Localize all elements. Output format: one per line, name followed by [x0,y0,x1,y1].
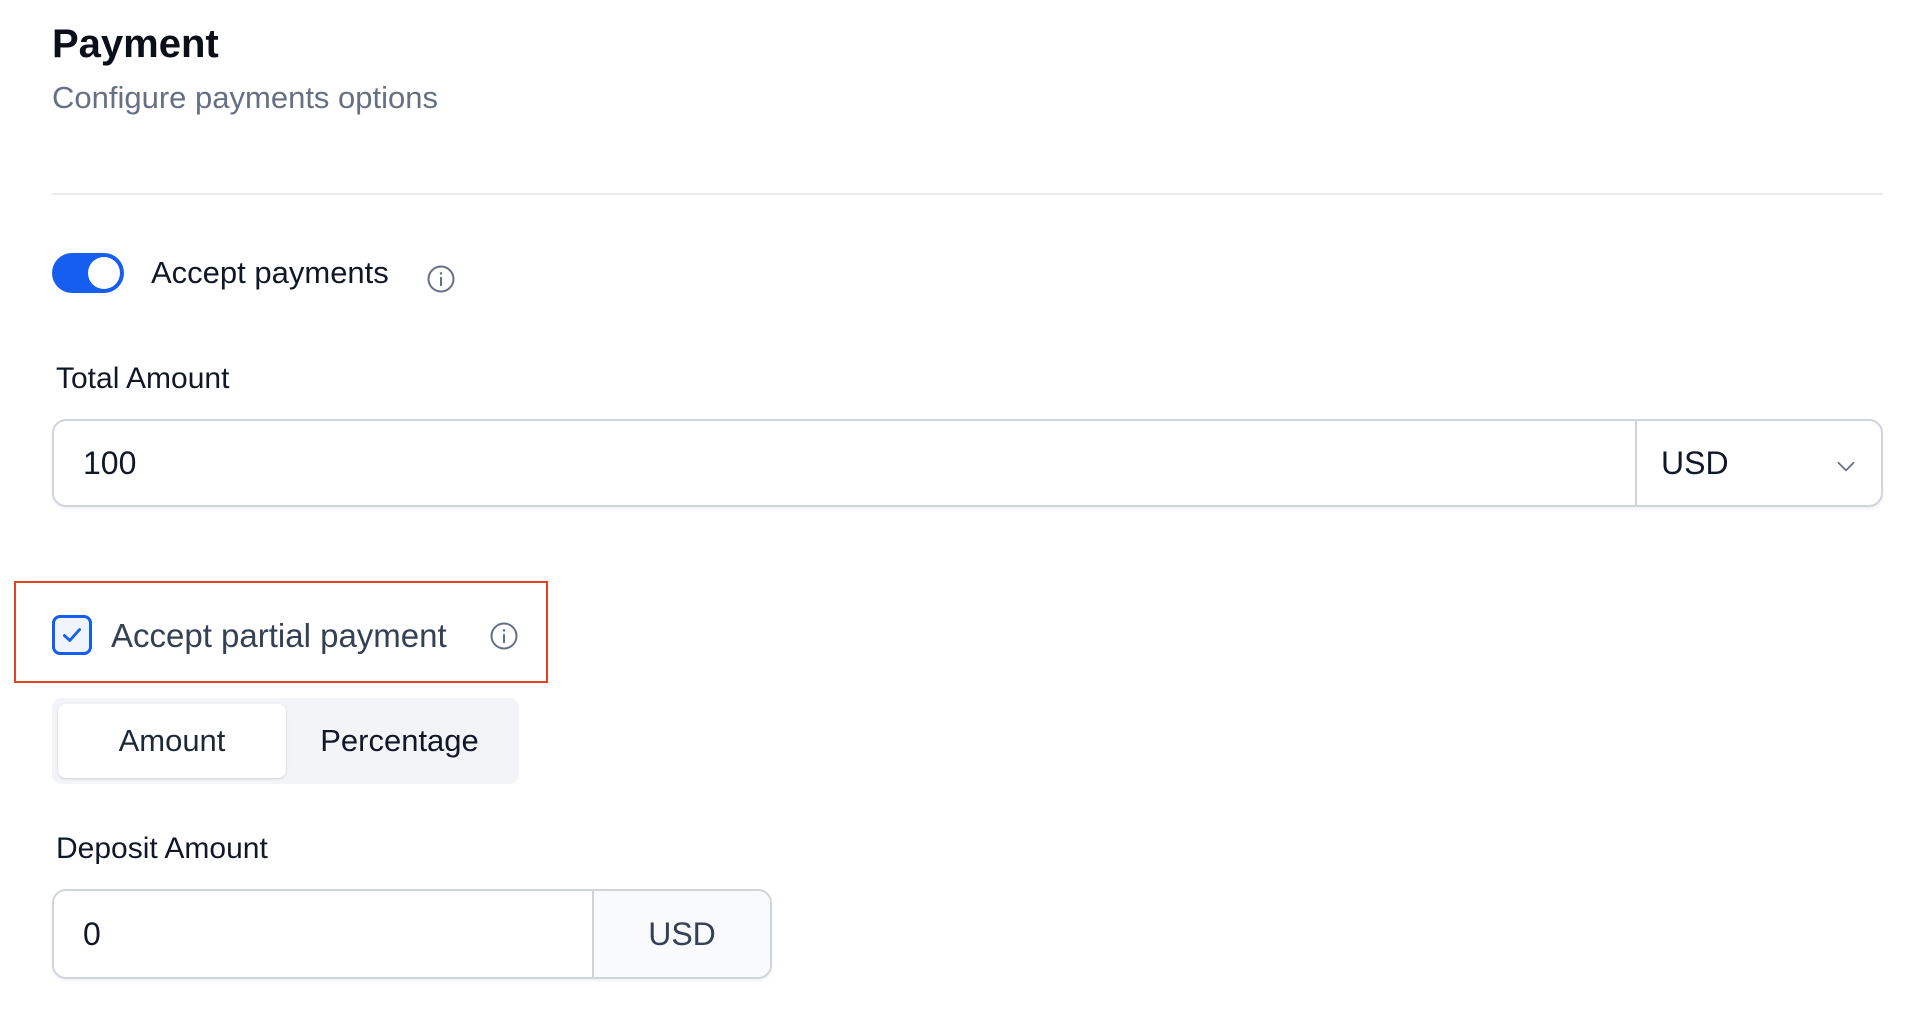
accept-partial-payment-label: Accept partial payment [111,617,447,654]
currency-select[interactable]: USD [1635,421,1881,505]
deposit-amount-input-group: 0 USD [52,889,772,979]
segment-amount[interactable]: Amount [58,704,286,778]
total-amount-input[interactable]: 100 [54,421,1635,505]
total-amount-label: Total Amount [56,362,230,395]
deposit-amount-label: Deposit Amount [56,832,268,865]
check-icon [63,628,81,642]
segment-percentage[interactable]: Percentage [286,704,513,778]
total-amount-input-group: 100 USD [52,419,1883,507]
page-subtitle: Configure payments options [52,80,439,115]
info-icon[interactable] [489,621,519,651]
payment-settings-page: Payment Configure payments options Accep… [0,0,1920,1030]
deposit-amount-input[interactable]: 0 [54,891,592,977]
accept-payments-label: Accept payments [151,255,389,290]
currency-select-value: USD [1661,444,1729,481]
section-divider [52,193,1883,195]
accept-partial-payment-checkbox[interactable] [52,615,92,655]
chevron-down-icon [1837,461,1855,472]
info-icon[interactable] [426,264,456,294]
accept-payments-toggle[interactable] [52,253,124,293]
deposit-mode-segmented-control: Amount Percentage [52,698,519,784]
toggle-knob [88,257,120,289]
deposit-currency-addon: USD [592,891,770,977]
page-title: Payment [52,22,219,66]
